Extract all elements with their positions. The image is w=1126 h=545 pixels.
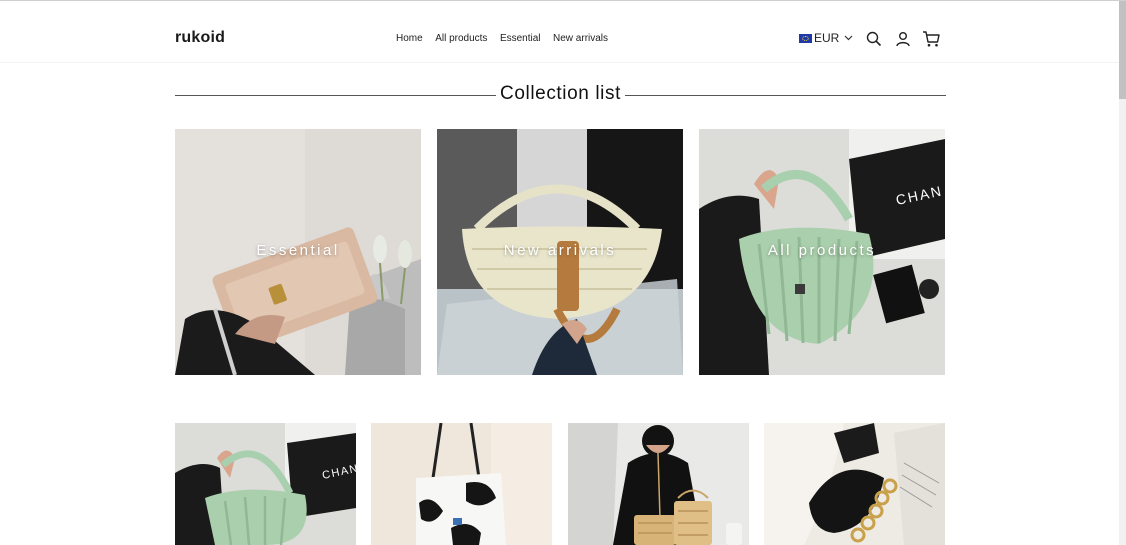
page-scrollbar[interactable]: [1119, 1, 1126, 545]
nav-all-products[interactable]: All products: [435, 33, 487, 44]
nav-home[interactable]: Home: [396, 33, 423, 44]
search-icon[interactable]: [865, 30, 883, 48]
cart-icon[interactable]: [922, 30, 941, 48]
eu-flag-icon: [799, 33, 812, 43]
collection-heading-row: Collection list: [175, 83, 946, 109]
collection-label: New arrivals: [503, 242, 617, 259]
section-title: Collection list: [500, 83, 621, 104]
collection-label: All products: [767, 242, 877, 259]
main-nav: Home All products Essential New arrivals: [396, 33, 621, 44]
product-card[interactable]: [764, 423, 945, 545]
product-card[interactable]: CHANE: [175, 423, 356, 545]
cow-print-tote-thumb: [371, 423, 552, 545]
collection-card-all-products[interactable]: CHAN All products: [699, 129, 945, 375]
collection-label: Essential: [256, 242, 340, 259]
scrollbar-thumb[interactable]: [1119, 1, 1126, 99]
nav-essential[interactable]: Essential: [500, 33, 541, 44]
rattan-box-bag-thumb: [568, 423, 749, 545]
heading-divider-right: [625, 95, 946, 96]
currency-selector[interactable]: EUR: [799, 31, 853, 45]
nav-new-arrivals[interactable]: New arrivals: [553, 33, 608, 44]
chevron-down-icon: [844, 35, 853, 41]
collection-card-new-arrivals[interactable]: New arrivals: [437, 129, 683, 375]
pleated-green-bag-thumb: CHANE: [175, 423, 356, 545]
account-icon[interactable]: [894, 30, 912, 48]
site-header: rukoid Home All products Essential New a…: [0, 1, 1119, 63]
currency-label: EUR: [814, 31, 840, 45]
product-card[interactable]: [371, 423, 552, 545]
black-chain-bag-thumb: [764, 423, 945, 545]
collection-card-essential[interactable]: Essential: [175, 129, 421, 375]
store-logo[interactable]: rukoid: [175, 29, 225, 47]
product-card[interactable]: [568, 423, 749, 545]
